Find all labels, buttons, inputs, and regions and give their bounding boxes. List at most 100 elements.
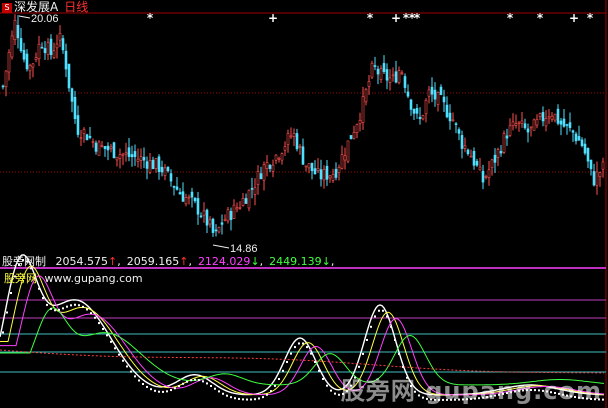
candle-body bbox=[487, 169, 491, 178]
candle-body bbox=[388, 77, 392, 83]
candle-body bbox=[109, 146, 113, 149]
period-label[interactable]: 日线 bbox=[64, 0, 88, 14]
candle-body bbox=[217, 227, 221, 233]
candle-body bbox=[598, 172, 602, 178]
histogram-dot bbox=[166, 390, 168, 393]
histogram-dot bbox=[226, 394, 228, 397]
candle-body bbox=[295, 133, 299, 150]
histogram-dot bbox=[70, 304, 72, 307]
histogram-dot bbox=[386, 315, 388, 318]
indicator-name[interactable]: 股旁网制 bbox=[2, 255, 46, 268]
candle-body bbox=[205, 209, 209, 226]
candle-body bbox=[178, 192, 182, 195]
candle-body bbox=[298, 145, 302, 148]
candle-body bbox=[232, 204, 236, 219]
separator: , bbox=[330, 255, 335, 268]
plus-signal-icon: + bbox=[569, 11, 579, 25]
candle-body bbox=[523, 123, 527, 129]
star-signal-icon: * bbox=[507, 11, 514, 25]
chart-window[interactable]: 20.06 14.86 * + * + * * * * * + * S 深发展A 日线 股旁网制 2054.… bbox=[0, 0, 608, 408]
candle-body bbox=[553, 113, 557, 121]
histogram-dot bbox=[102, 328, 104, 331]
candle-body bbox=[508, 125, 512, 136]
candle-body bbox=[271, 164, 275, 172]
histogram-dot bbox=[142, 383, 144, 386]
histogram-dot bbox=[290, 352, 292, 355]
stock-icon[interactable]: S bbox=[2, 2, 12, 13]
histogram-dot bbox=[314, 360, 316, 363]
histogram-dot bbox=[394, 338, 396, 341]
histogram-dot bbox=[230, 396, 232, 399]
histogram-dot bbox=[266, 393, 268, 396]
histogram-dot bbox=[86, 308, 88, 311]
subpanel-name[interactable]: 股旁网 bbox=[4, 272, 37, 285]
candle-body bbox=[370, 63, 374, 78]
histogram-dot bbox=[602, 398, 604, 401]
candle-body bbox=[355, 124, 359, 134]
histogram-dot bbox=[82, 305, 84, 308]
candle-body bbox=[328, 175, 332, 179]
candle-body bbox=[316, 168, 320, 171]
histogram-dot bbox=[182, 382, 184, 385]
histogram-dot bbox=[366, 338, 368, 341]
candle-body bbox=[115, 156, 119, 161]
candle-body bbox=[427, 89, 431, 97]
candle-body bbox=[334, 168, 338, 178]
candle-body bbox=[211, 218, 215, 233]
candle-body bbox=[97, 141, 101, 156]
star-signal-icon: * bbox=[147, 11, 154, 25]
candle-body bbox=[415, 108, 419, 114]
candle-body bbox=[172, 185, 176, 188]
candle-body bbox=[214, 229, 218, 232]
histogram-dot bbox=[118, 353, 120, 356]
candle-body bbox=[538, 113, 542, 117]
candle-body bbox=[478, 166, 482, 171]
candle-body bbox=[442, 96, 446, 103]
candle-body bbox=[259, 173, 263, 180]
candle-body bbox=[361, 96, 365, 123]
candle-body bbox=[100, 145, 104, 147]
histogram-dot bbox=[78, 304, 80, 307]
histogram-dot bbox=[174, 387, 176, 390]
candle-body bbox=[421, 115, 425, 120]
histogram-dot bbox=[46, 303, 48, 306]
candle-body bbox=[103, 146, 107, 149]
histogram-dot bbox=[74, 303, 76, 306]
histogram-dot bbox=[114, 347, 116, 350]
candle-body bbox=[238, 207, 242, 209]
candle-body bbox=[133, 151, 137, 158]
indicator-bar: 股旁网制 2054.575↑, 2059.165↑, 2124.029↓, 2449.… bbox=[2, 255, 334, 269]
histogram-dot bbox=[130, 370, 132, 373]
candle-body bbox=[286, 133, 290, 145]
candle-body bbox=[154, 158, 158, 169]
candle-body bbox=[571, 130, 575, 133]
histogram-dot bbox=[58, 308, 60, 311]
histogram-dot bbox=[250, 398, 252, 401]
stock-name[interactable]: 深发展A bbox=[14, 0, 58, 14]
candle-body bbox=[352, 132, 356, 139]
candle-body bbox=[37, 43, 41, 60]
histogram-dot bbox=[326, 384, 328, 387]
candle-body bbox=[121, 153, 125, 156]
candle-body bbox=[16, 25, 20, 39]
candle-body bbox=[256, 171, 260, 185]
histogram-dot bbox=[330, 389, 332, 392]
candle-body bbox=[43, 48, 47, 54]
histogram-dot bbox=[378, 309, 380, 312]
candle-body bbox=[367, 81, 371, 87]
chart-canvas[interactable]: 20.0614.86* + * + * ** * * + * bbox=[0, 0, 608, 408]
candle-body bbox=[61, 38, 65, 51]
candle-body bbox=[247, 190, 251, 209]
candle-body bbox=[64, 50, 68, 70]
chart-header: S 深发展A 日线 bbox=[2, 0, 88, 14]
candle-body bbox=[19, 38, 23, 52]
histogram-dot bbox=[398, 352, 400, 355]
histogram-dot bbox=[334, 392, 336, 395]
candle-body bbox=[58, 32, 62, 41]
plus-signal-icon: + bbox=[268, 11, 278, 25]
candle-body bbox=[592, 171, 596, 186]
star-signal-icon: * bbox=[587, 11, 594, 25]
high-price-label: 20.06 bbox=[31, 13, 59, 25]
candle-body bbox=[586, 148, 590, 162]
candle-body bbox=[403, 76, 407, 88]
